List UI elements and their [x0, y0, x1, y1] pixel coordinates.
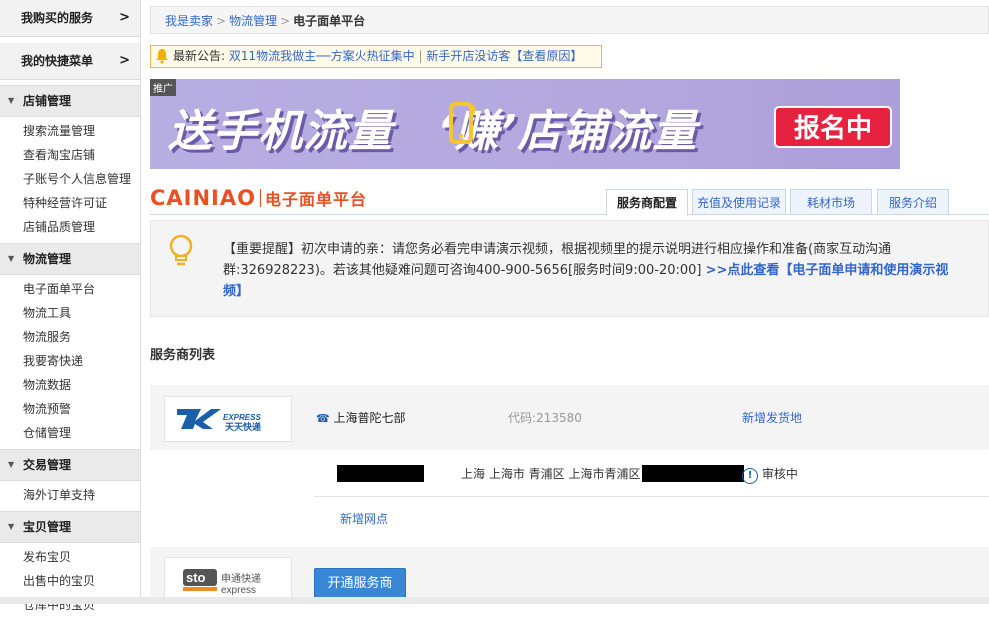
breadcrumb-link-seller[interactable]: 我是卖家: [165, 14, 213, 28]
phone-icon: [448, 101, 478, 150]
sidebar-section-trade[interactable]: ▼ 交易管理: [0, 449, 140, 481]
redacted-block: [337, 465, 424, 482]
phone-icon: ☎: [316, 412, 330, 425]
info-icon: !: [742, 468, 758, 484]
section-title: 店铺管理: [23, 94, 72, 108]
collapse-triangle-icon: ▼: [8, 254, 15, 263]
signup-badge[interactable]: 报名中: [774, 106, 892, 148]
shipping-address-row: 上海 上海市 青浦区 上海市青浦区 ! 审核中: [314, 462, 989, 497]
provider-branch-name: 上海普陀七部: [333, 411, 406, 425]
review-status: ! 审核中: [742, 465, 798, 484]
horizontal-scrollbar[interactable]: [0, 597, 989, 604]
tiantian-logo-cn: 天天快递: [225, 421, 261, 433]
sidebar-top-label: 我购买的服务: [21, 11, 94, 25]
sidebar-item-search-traffic[interactable]: 搜索流量管理: [0, 119, 140, 143]
sidebar-item-subaccount-info[interactable]: 子账号个人信息管理: [0, 167, 140, 191]
announcement-divider: |: [418, 49, 423, 63]
review-status-text: 审核中: [761, 467, 798, 481]
sidebar-item-overseas-orders[interactable]: 海外订单支持: [0, 483, 140, 507]
announcement-prefix: 最新公告:: [173, 49, 226, 63]
cainiao-logo: CAINIAO 电子面单平台: [150, 186, 367, 210]
logo-brand: CAINIAO: [150, 186, 256, 210]
sidebar-item-view-shop[interactable]: 查看淘宝店铺: [0, 143, 140, 167]
breadcrumb-link-logistics[interactable]: 物流管理: [229, 14, 277, 28]
sto-logo-mark: sto: [186, 570, 206, 585]
main-content: 我是卖家 > 物流管理 > 电子面单平台 最新公告: 双11物流我做主──方案火热征集中…: [150, 0, 989, 604]
section-title: 物流管理: [23, 252, 72, 266]
tab-recharge-records[interactable]: 充值及使用记录: [692, 189, 786, 215]
announcement-link-promo[interactable]: 双11物流我做主──方案火热征集中: [229, 49, 415, 63]
chevron-right-icon: >: [119, 10, 130, 25]
collapse-triangle-icon: ▼: [8, 96, 15, 105]
provider-card-sto: sto 申通快递 express 开通服务商: [150, 547, 989, 604]
banner-slogan-left: 送手机流量: [168, 106, 393, 157]
provider-card-tiantian: EXPRESS 天天快递 ☎ 上海普陀七部 代码:213580 新增发货地: [150, 385, 989, 450]
tab-provider-config[interactable]: 服务商配置: [606, 189, 688, 216]
ad-tag: 推广: [150, 79, 176, 96]
announcement-bar: 最新公告: 双11物流我做主──方案火热征集中 | 新手开店没访客【查看原因】: [150, 45, 602, 68]
tiantian-express-logo: EXPRESS 天天快递: [164, 396, 292, 442]
sidebar-item-e-waybill[interactable]: 电子面单平台: [0, 277, 140, 301]
sidebar-section-shop[interactable]: ▼ 店铺管理: [0, 85, 140, 117]
logo-subtitle: 电子面单平台: [264, 190, 367, 209]
tab-service-intro[interactable]: 服务介绍: [877, 189, 949, 215]
lightbulb-icon: [167, 233, 195, 272]
sidebar-item-warehouse[interactable]: 仓储管理: [0, 421, 140, 445]
breadcrumb-separator: >: [280, 14, 291, 28]
provider-list-title: 服务商列表: [150, 348, 216, 363]
announcement-link-newshop[interactable]: 新手开店没访客【查看原因】: [426, 49, 582, 63]
bell-icon: [155, 48, 169, 67]
important-reminder: 【重要提醒】初次申请的亲：请您务必看完申请演示视频，根据视频里的提示说明进行相应…: [150, 220, 989, 317]
sidebar-item-logistics-alert[interactable]: 物流预警: [0, 397, 140, 421]
add-shipping-address-link[interactable]: 新增发货地: [742, 409, 802, 426]
sidebar-section-logistics[interactable]: ▼ 物流管理: [0, 243, 140, 275]
redacted-block: [642, 465, 744, 482]
breadcrumb-separator: >: [216, 14, 227, 28]
sto-logo-cn: 申通快递: [221, 572, 261, 585]
sidebar-item-logistics-services[interactable]: 物流服务: [0, 325, 140, 349]
collapse-triangle-icon: ▼: [8, 522, 15, 531]
section-title: 交易管理: [23, 458, 72, 472]
sidebar-purchased-services[interactable]: 我购买的服务 >: [0, 0, 140, 37]
sidebar-item-special-license[interactable]: 特种经营许可证: [0, 191, 140, 215]
chevron-right-icon: >: [119, 53, 130, 68]
sidebar-item-logistics-data[interactable]: 物流数据: [0, 373, 140, 397]
provider-code: 代码:213580: [508, 411, 582, 425]
section-title: 宝贝管理: [23, 520, 72, 534]
sidebar-quick-menu[interactable]: 我的快捷菜单 >: [0, 43, 140, 80]
sidebar-item-publish[interactable]: 发布宝贝: [0, 545, 140, 569]
sidebar-item-shop-quality[interactable]: 店铺品质管理: [0, 215, 140, 239]
add-site-link[interactable]: 新增网点: [340, 510, 388, 527]
sidebar-item-on-sale[interactable]: 出售中的宝贝: [0, 569, 140, 593]
sidebar-item-send-express[interactable]: 我要寄快递: [0, 349, 140, 373]
breadcrumb: 我是卖家 > 物流管理 > 电子面单平台: [150, 6, 989, 34]
collapse-triangle-icon: ▼: [8, 460, 15, 469]
logo-divider: [259, 189, 261, 207]
banner-slogan: 送手机流量 ‘赚’店铺流量: [168, 95, 697, 159]
sidebar-item-logistics-tools[interactable]: 物流工具: [0, 301, 140, 325]
sidebar: 我购买的服务 > 我的快捷菜单 > ▼ 店铺管理 搜索流量管理 查看淘宝店铺 子…: [0, 0, 141, 612]
promo-banner[interactable]: 推广 送手机流量 ‘赚’店铺流量 报名中: [150, 79, 900, 169]
reminder-text: 【重要提醒】初次申请的亲：请您务必看完申请演示视频，根据视频里的提示说明进行相应…: [223, 239, 963, 302]
shipping-address: 上海 上海市 青浦区 上海市青浦区: [461, 467, 641, 481]
tiantian-logo-en: EXPRESS: [223, 413, 261, 422]
provider-branch: ☎ 上海普陀七部: [316, 409, 406, 426]
sto-logo-en: express: [221, 585, 256, 596]
breadcrumb-current: 电子面单平台: [293, 14, 366, 28]
open-provider-button[interactable]: 开通服务商: [314, 568, 406, 598]
sidebar-top-label: 我的快捷菜单: [21, 54, 94, 68]
sidebar-section-items[interactable]: ▼ 宝贝管理: [0, 511, 140, 543]
tab-materials-market[interactable]: 耗材市场: [790, 189, 872, 215]
